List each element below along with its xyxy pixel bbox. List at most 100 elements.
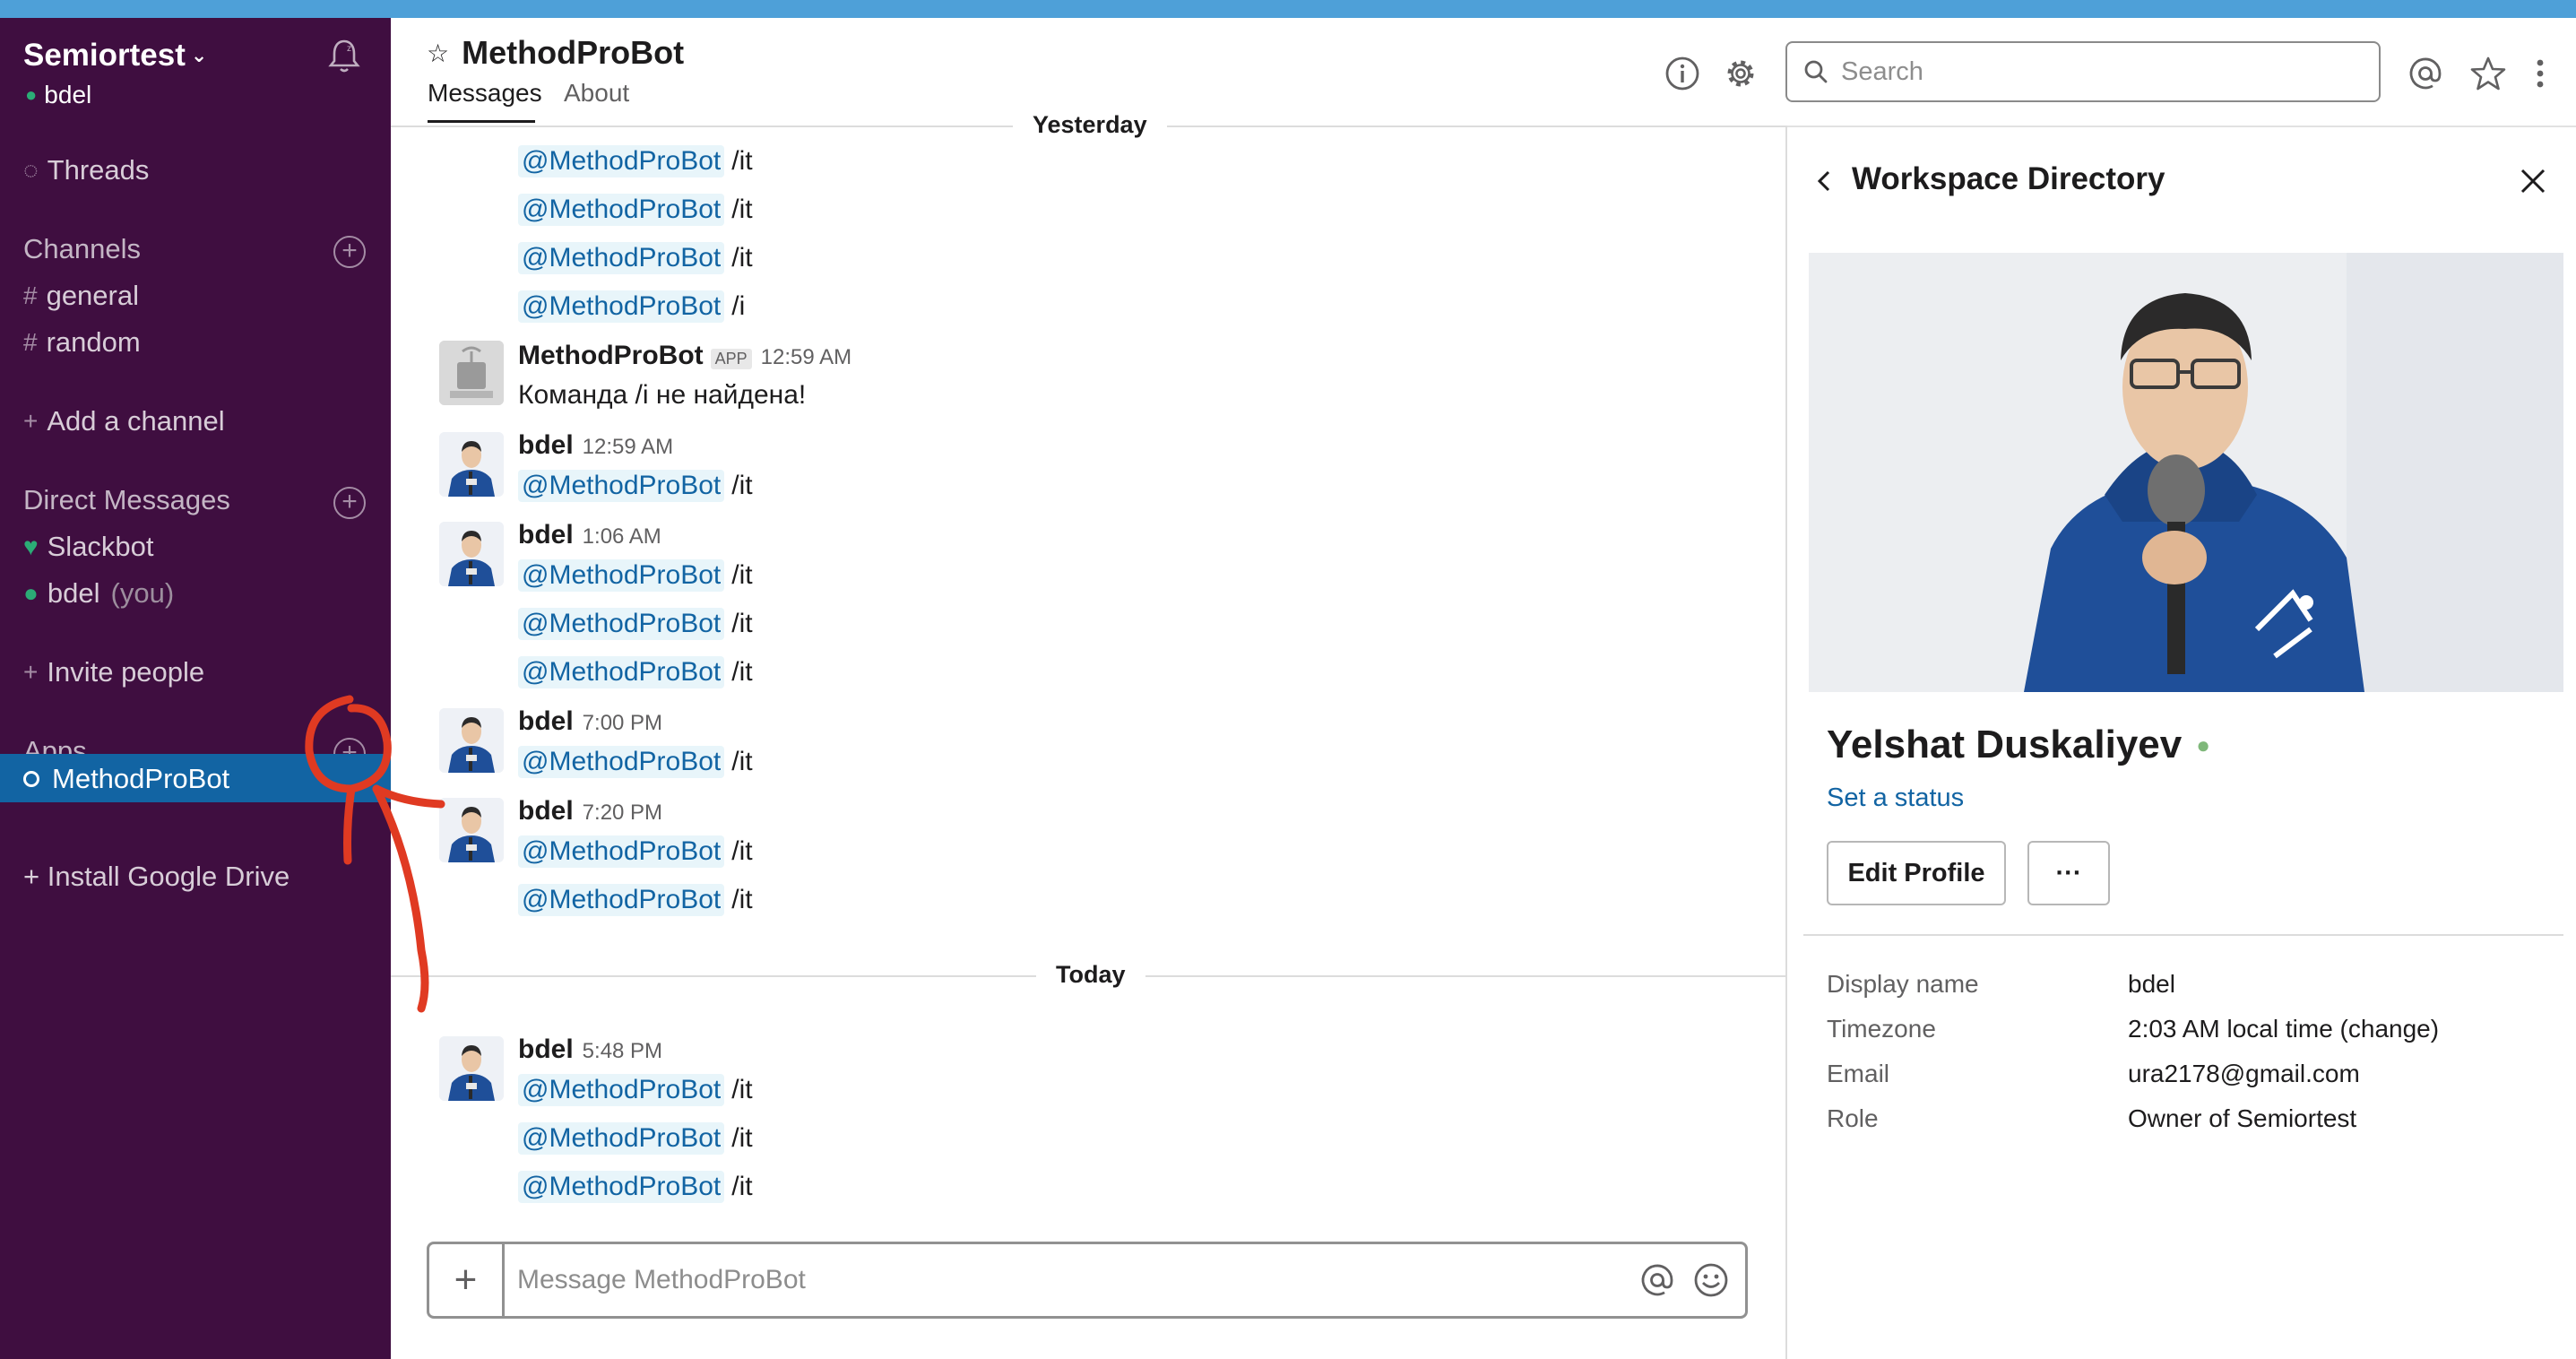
message-timestamp[interactable]: 12:59 AM xyxy=(761,345,851,370)
channels-header[interactable]: Channels xyxy=(23,233,141,265)
add-channel-link[interactable]: + Add a channel xyxy=(23,405,225,437)
sidebar-item-slackbot[interactable]: ♥ Slackbot xyxy=(23,531,154,563)
mention-link[interactable]: @MethodProBot xyxy=(518,1122,725,1155)
avatar[interactable] xyxy=(439,522,504,586)
message-line: @MethodProBot/it xyxy=(518,884,753,916)
avatar-image xyxy=(439,798,504,862)
message-timestamp[interactable]: 1:06 AM xyxy=(583,524,661,550)
threads-label: Threads xyxy=(47,154,150,186)
emoji-icon[interactable] xyxy=(1691,1260,1731,1300)
add-dm-plus-icon[interactable]: + xyxy=(333,487,366,519)
message-line: @MethodProBot/it xyxy=(518,656,753,688)
invite-people-link[interactable]: + Invite people xyxy=(23,656,204,688)
install-google-drive-link[interactable]: + Install Google Drive xyxy=(23,861,290,893)
day-divider-today: Today xyxy=(1036,961,1145,989)
current-user: ● bdel xyxy=(25,81,91,109)
avatar[interactable] xyxy=(439,798,504,862)
author-name[interactable]: MethodProBot xyxy=(518,341,704,371)
mention-link[interactable]: @MethodProBot xyxy=(518,145,725,177)
back-chevron-icon[interactable] xyxy=(1811,163,1837,199)
author-name[interactable]: bdel xyxy=(518,430,574,461)
message-line: @MethodProBot/it xyxy=(518,746,753,778)
mention-link[interactable]: @MethodProBot xyxy=(518,559,725,592)
mention-link[interactable]: @MethodProBot xyxy=(518,656,725,688)
mention-link[interactable]: @MethodProBot xyxy=(518,1074,725,1106)
mention-link[interactable]: @MethodProBot xyxy=(518,608,725,640)
field-label: Email xyxy=(1827,1060,1890,1087)
add-channel-label: Add a channel xyxy=(47,405,225,437)
search-input[interactable] xyxy=(1841,56,2343,87)
star-icon[interactable]: ☆ xyxy=(427,39,449,68)
add-channel-plus-icon[interactable]: + xyxy=(333,236,366,268)
profile-photo xyxy=(1809,253,2563,692)
author-name[interactable]: bdel xyxy=(518,706,574,737)
hash-icon: # xyxy=(23,328,38,356)
message-author: bdel 7:20 PM xyxy=(518,796,662,827)
message-line: @MethodProBot/it xyxy=(518,470,753,502)
more-vertical-icon[interactable] xyxy=(2522,54,2558,93)
message-line: @MethodProBot/it xyxy=(518,835,753,868)
message-text: /it xyxy=(731,885,753,914)
tab-messages[interactable]: Messages xyxy=(428,79,542,108)
sidebar-item-general[interactable]: # general xyxy=(23,280,139,312)
author-name[interactable]: bdel xyxy=(518,796,574,827)
mention-link[interactable]: @MethodProBot xyxy=(518,470,725,502)
notifications-bell-icon[interactable]: z xyxy=(324,36,364,75)
search-box[interactable] xyxy=(1785,41,2381,102)
sidebar: Semiortest ⌄ ● bdel z ◌ Threads Channels … xyxy=(0,18,391,1359)
message-timestamp[interactable]: 12:59 AM xyxy=(583,435,673,460)
field-value[interactable]: ura2178@gmail.com xyxy=(2128,1060,2360,1088)
avatar[interactable] xyxy=(439,432,504,497)
avatar-image xyxy=(439,708,504,773)
message-input[interactable] xyxy=(517,1265,1638,1295)
starred-items-icon[interactable] xyxy=(2468,54,2508,93)
close-icon[interactable] xyxy=(2515,163,2551,199)
mentions-icon[interactable] xyxy=(2406,54,2445,93)
mention-link[interactable]: @MethodProBot xyxy=(518,835,725,868)
message-timestamp[interactable]: 5:48 PM xyxy=(583,1039,662,1064)
attach-plus-button[interactable]: + xyxy=(429,1244,505,1316)
field-value[interactable]: 2:03 AM local time (change) xyxy=(2128,1015,2439,1043)
info-icon[interactable] xyxy=(1663,54,1702,93)
message-text: /it xyxy=(731,1123,753,1153)
more-actions-button[interactable]: ··· xyxy=(2027,841,2110,905)
message-timestamp[interactable]: 7:00 PM xyxy=(583,711,662,736)
mention-link[interactable]: @MethodProBot xyxy=(518,242,725,274)
author-name[interactable]: bdel xyxy=(518,1034,574,1065)
direct-messages-header[interactable]: Direct Messages xyxy=(23,484,230,516)
mention-at-icon[interactable] xyxy=(1638,1260,1677,1300)
mention-link[interactable]: @MethodProBot xyxy=(518,290,725,323)
plus-icon: + xyxy=(23,658,39,686)
gear-icon[interactable] xyxy=(1721,54,1760,93)
invite-people-label: Invite people xyxy=(47,656,205,688)
mention-link[interactable]: @MethodProBot xyxy=(518,746,725,778)
dm-label: Slackbot xyxy=(47,531,154,562)
tab-about[interactable]: About xyxy=(564,79,629,108)
app-badge: APP xyxy=(710,349,752,369)
edit-profile-button[interactable]: Edit Profile xyxy=(1827,841,2006,905)
avatar[interactable] xyxy=(439,708,504,773)
workspace-menu[interactable]: Semiortest ⌄ xyxy=(23,38,207,74)
channel-title: MethodProBot xyxy=(462,34,685,71)
message-timestamp[interactable]: 7:20 PM xyxy=(583,801,662,826)
set-status-link[interactable]: Set a status xyxy=(1827,783,1964,813)
mention-link[interactable]: @MethodProBot xyxy=(518,194,725,226)
sidebar-item-threads[interactable]: ◌ Threads xyxy=(23,154,149,186)
avatar[interactable] xyxy=(439,1036,504,1101)
presence-icon: ● xyxy=(2196,731,2210,758)
threads-icon: ◌ xyxy=(23,156,39,184)
mention-link[interactable]: @MethodProBot xyxy=(518,1171,725,1203)
mention-link[interactable]: @MethodProBot xyxy=(518,884,725,916)
search-icon xyxy=(1804,60,1828,83)
svg-text:z: z xyxy=(347,44,351,54)
message-text: /it xyxy=(731,657,753,687)
message-author: MethodProBot APP 12:59 AM xyxy=(518,341,851,371)
bot-avatar[interactable] xyxy=(439,341,504,405)
message-text: /it xyxy=(731,146,753,176)
message-line: @MethodProBot/it xyxy=(518,1171,753,1203)
sidebar-item-random[interactable]: # random xyxy=(23,326,141,359)
author-name[interactable]: bdel xyxy=(518,520,574,550)
sidebar-item-methodprobot-label[interactable]: MethodProBot xyxy=(23,763,229,795)
sidebar-item-bdel[interactable]: ● bdel (you) xyxy=(23,577,174,610)
plus-icon: + xyxy=(23,407,39,435)
